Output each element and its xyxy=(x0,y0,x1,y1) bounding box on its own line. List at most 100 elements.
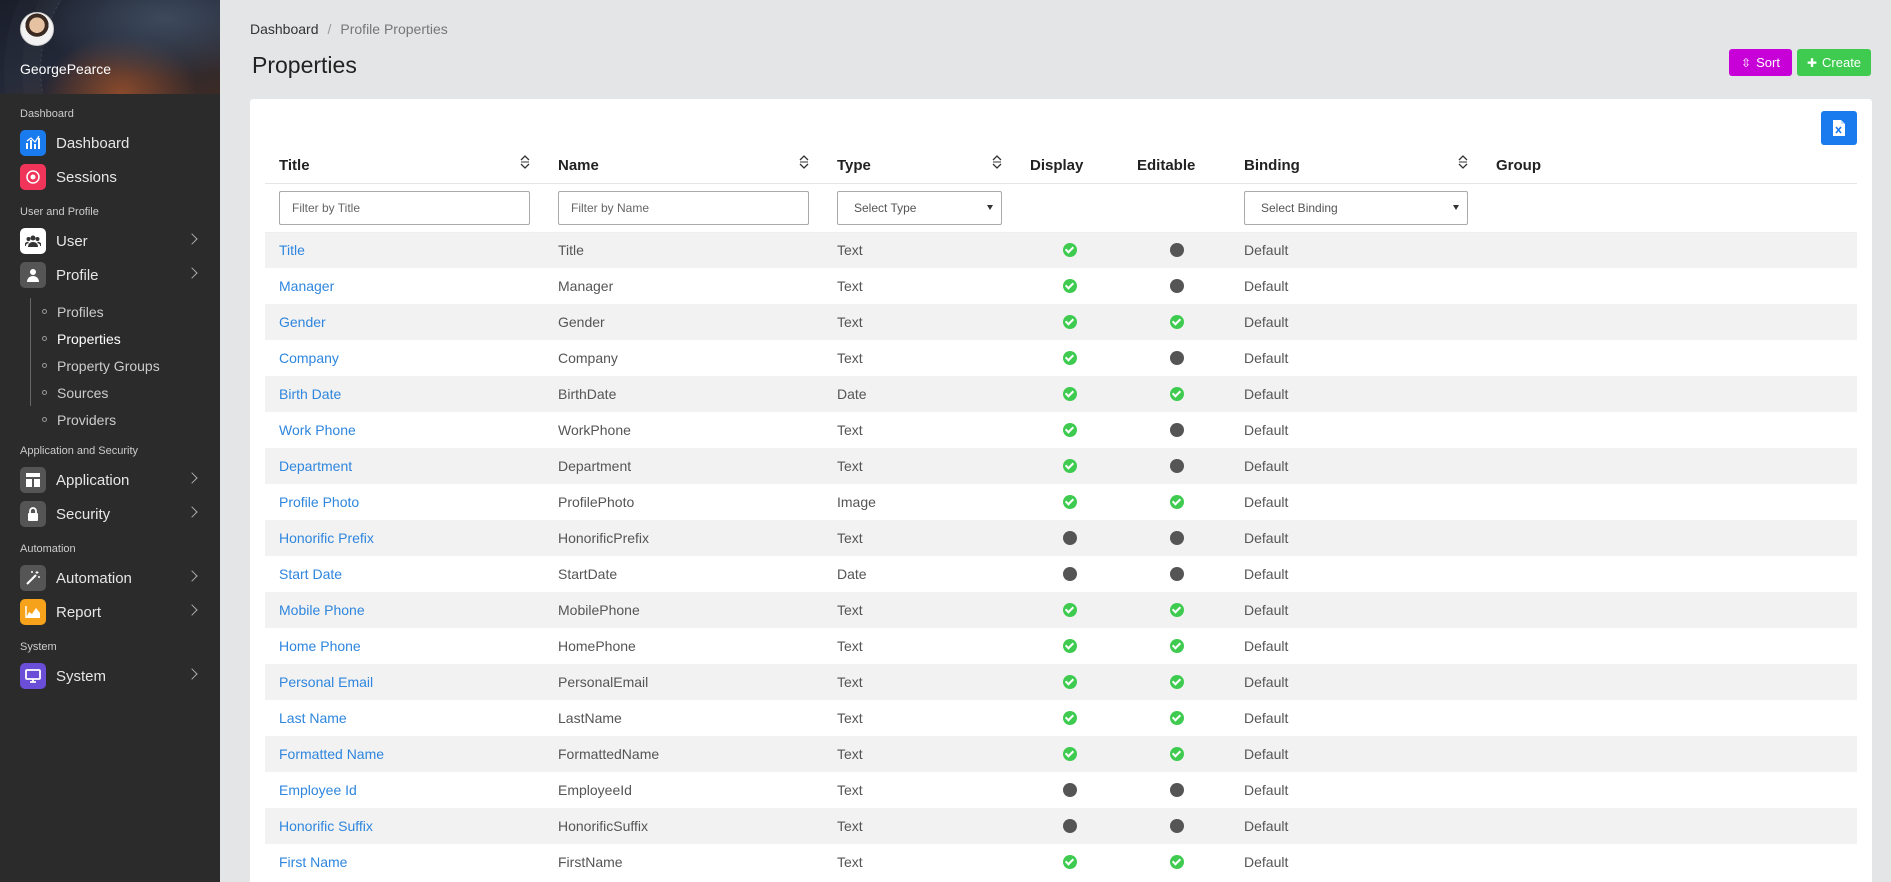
check-circle-icon xyxy=(1169,675,1184,689)
submenu-item-profiles[interactable]: Profiles xyxy=(30,298,220,325)
bullet-icon xyxy=(42,363,47,368)
header-binding[interactable]: Binding xyxy=(1230,149,1482,184)
nav-section-automation: Automation xyxy=(20,543,76,555)
cell-name: Gender xyxy=(558,314,605,330)
property-title-link[interactable]: Last Name xyxy=(279,710,347,726)
sidebar-item-label: System xyxy=(56,667,107,685)
cell-display xyxy=(1016,484,1123,520)
property-title-link[interactable]: Manager xyxy=(279,278,334,294)
property-title-link[interactable]: Department xyxy=(279,458,352,474)
table-row[interactable]: Formatted Name FormattedName Text Default xyxy=(265,736,1857,772)
filter-name-input[interactable] xyxy=(558,190,809,225)
sort-toggle-icon[interactable] xyxy=(1458,154,1468,170)
property-title-link[interactable]: Gender xyxy=(279,314,326,330)
table-row[interactable]: Work Phone WorkPhone Text Default xyxy=(265,412,1857,448)
property-title-link[interactable]: Start Date xyxy=(279,566,342,582)
table-row[interactable]: Manager Manager Text Default xyxy=(265,268,1857,304)
cell-editable xyxy=(1123,304,1230,340)
cell-binding: Default xyxy=(1244,278,1289,294)
sort-toggle-icon[interactable] xyxy=(520,154,530,170)
cell-editable xyxy=(1123,808,1230,844)
breadcrumb-home[interactable]: Dashboard xyxy=(250,21,319,37)
avatar[interactable] xyxy=(20,12,54,46)
sidebar-item-profile[interactable]: Profile xyxy=(0,258,220,292)
table-row[interactable]: Gender Gender Text Default xyxy=(265,304,1857,340)
property-title-link[interactable]: Employee Id xyxy=(279,782,357,798)
sidebar-item-sessions[interactable]: Sessions xyxy=(0,160,220,194)
sort-button[interactable]: ⇳ Sort xyxy=(1729,49,1792,76)
cell-title: Work Phone xyxy=(265,412,544,448)
submenu-item-properties[interactable]: Properties xyxy=(30,325,220,352)
table-row[interactable]: Department Department Text Default xyxy=(265,448,1857,484)
cell-editable xyxy=(1123,520,1230,556)
sidebar-item-security[interactable]: Security xyxy=(0,497,220,531)
table-row[interactable]: Mobile Phone MobilePhone Text Default xyxy=(265,592,1857,628)
property-title-link[interactable]: Profile Photo xyxy=(279,494,359,510)
table-row[interactable]: Home Phone HomePhone Text Default xyxy=(265,628,1857,664)
property-title-link[interactable]: First Name xyxy=(279,854,347,870)
property-title-link[interactable]: Personal Email xyxy=(279,674,373,690)
table-row[interactable]: Title Title Text Default xyxy=(265,232,1857,268)
property-title-link[interactable]: Formatted Name xyxy=(279,746,384,762)
sidebar-item-system[interactable]: System xyxy=(0,659,220,693)
property-title-link[interactable]: Title xyxy=(279,242,305,258)
check-circle-icon xyxy=(1169,387,1184,401)
table-row[interactable]: Employee Id EmployeeId Text Default xyxy=(265,772,1857,808)
filter-title-input[interactable] xyxy=(279,190,530,225)
property-title-link[interactable]: Birth Date xyxy=(279,386,341,402)
lock-icon xyxy=(20,501,46,527)
table-row[interactable]: Company Company Text Default xyxy=(265,340,1857,376)
profile-submenu: Profiles Properties Property Groups Sources… xyxy=(30,298,220,433)
dot-icon xyxy=(1169,423,1184,437)
sidebar-item-application[interactable]: Application xyxy=(0,463,220,497)
header-type[interactable]: Type xyxy=(823,149,1016,184)
cell-binding: Default xyxy=(1244,422,1289,438)
cell-type: Text xyxy=(837,458,863,474)
property-title-link[interactable]: Honorific Suffix xyxy=(279,818,373,834)
sidebar-item-automation[interactable]: Automation xyxy=(0,561,220,595)
cell-name: Department xyxy=(558,458,632,474)
cell-type: Text xyxy=(837,422,863,438)
table-row[interactable]: Personal Email PersonalEmail Text Default xyxy=(265,664,1857,700)
sidebar-item-dashboard[interactable]: Dashboard xyxy=(0,126,220,160)
submenu-item-providers[interactable]: Providers xyxy=(30,406,220,433)
property-title-link[interactable]: Mobile Phone xyxy=(279,602,365,618)
cell-group xyxy=(1482,700,1857,736)
header-name[interactable]: Name xyxy=(544,149,823,184)
cell-editable xyxy=(1123,376,1230,412)
property-title-link[interactable]: Honorific Prefix xyxy=(279,530,374,546)
cell-group xyxy=(1482,556,1857,592)
cell-display xyxy=(1016,520,1123,556)
sort-toggle-icon[interactable] xyxy=(992,154,1002,170)
property-title-link[interactable]: Home Phone xyxy=(279,638,361,654)
cell-group xyxy=(1482,268,1857,304)
property-title-link[interactable]: Company xyxy=(279,350,339,366)
table-row[interactable]: Start Date StartDate Date Default xyxy=(265,556,1857,592)
type-select[interactable]: Select Type xyxy=(837,190,1002,225)
submenu-item-sources[interactable]: Sources xyxy=(30,379,220,406)
cell-binding: Default xyxy=(1244,350,1289,366)
cell-type: Date xyxy=(837,386,867,402)
caret-down-icon xyxy=(987,204,993,210)
property-title-link[interactable]: Work Phone xyxy=(279,422,356,438)
submenu-item-property-groups[interactable]: Property Groups xyxy=(30,352,220,379)
cell-editable xyxy=(1123,556,1230,592)
export-excel-button[interactable] xyxy=(1821,111,1857,145)
sidebar-item-report[interactable]: Report xyxy=(0,595,220,629)
table-row[interactable]: Honorific Prefix HonorificPrefix Text Defau… xyxy=(265,520,1857,556)
table-row[interactable]: Birth Date BirthDate Date Default xyxy=(265,376,1857,412)
sort-toggle-icon[interactable] xyxy=(799,154,809,170)
sidebar-item-user[interactable]: User xyxy=(0,224,220,258)
cell-name: Title xyxy=(558,242,584,259)
bullet-icon xyxy=(42,417,47,422)
username[interactable]: GeorgePearce xyxy=(20,61,111,77)
header-title[interactable]: Title xyxy=(265,149,544,184)
create-button[interactable]: ✚ Create xyxy=(1797,49,1871,76)
table-row[interactable]: Last Name LastName Text Default xyxy=(265,700,1857,736)
chevron-right-icon xyxy=(186,668,198,680)
table-row[interactable]: First Name FirstName Text Default xyxy=(265,844,1857,880)
table-row[interactable]: Honorific Suffix HonorificSuffix Text Defau… xyxy=(265,808,1857,844)
table-row[interactable]: Profile Photo ProfilePhoto Image Default xyxy=(265,484,1857,520)
binding-select[interactable]: Select Binding xyxy=(1244,190,1468,225)
caret-down-icon xyxy=(1453,204,1459,210)
